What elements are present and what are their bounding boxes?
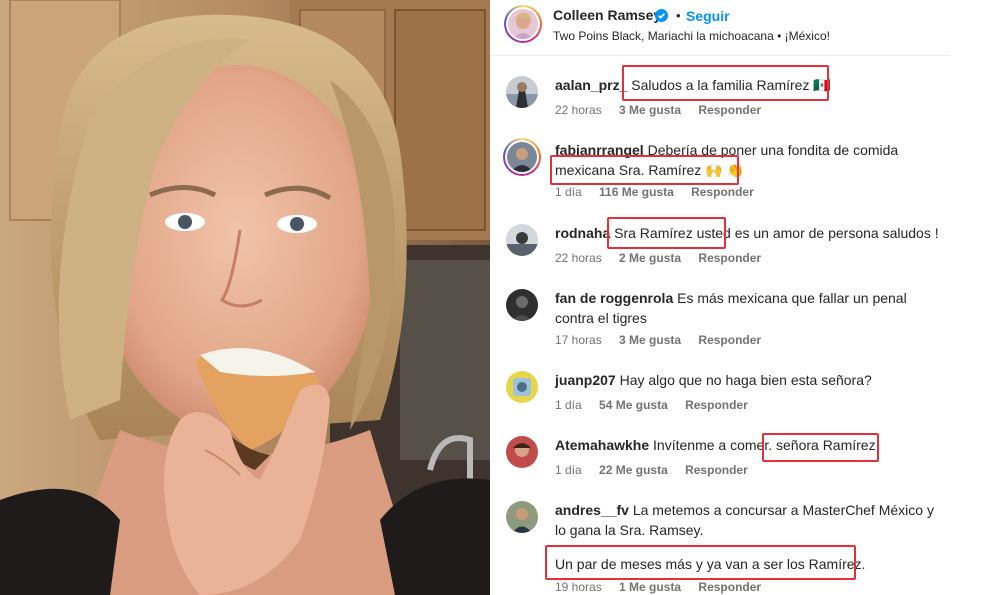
commenter-avatar[interactable] <box>506 289 538 321</box>
owner-avatar[interactable] <box>508 9 538 39</box>
comment-username[interactable]: rodnaha <box>555 225 610 241</box>
commenter-avatar[interactable] <box>507 142 537 172</box>
commenter-avatar[interactable] <box>506 436 538 468</box>
comment-meta: 1 día 22 Me gusta Responder <box>555 463 762 477</box>
comment-likes[interactable]: 2 Me gusta <box>619 251 681 265</box>
comment-likes[interactable]: 54 Me gusta <box>599 398 668 412</box>
comment-text: fan de roggenrola Es más mexicana que fa… <box>555 288 945 328</box>
woman-eating-image <box>0 0 490 595</box>
comment-likes[interactable]: 3 Me gusta <box>619 103 681 117</box>
reply-button[interactable]: Responder <box>698 251 761 265</box>
owner-username[interactable]: Colleen Ramsey <box>553 7 661 23</box>
comment-username[interactable]: juanp207 <box>555 372 616 388</box>
comment-likes[interactable]: 1 Me gusta <box>619 580 681 594</box>
comment-meta: 19 horas 1 Me gusta Responder <box>555 580 775 594</box>
comment-username[interactable]: fabianrrangel <box>555 142 644 158</box>
comment-body: Hay algo que no haga bien esta señora? <box>619 372 872 388</box>
reply-button[interactable]: Responder <box>691 185 754 199</box>
comment-meta: 22 horas 3 Me gusta Responder <box>555 103 775 117</box>
commenter-avatar[interactable] <box>506 224 538 256</box>
commenter-avatar[interactable] <box>506 501 538 533</box>
comment-text-continued: Un par de meses más y ya van a ser los R… <box>555 556 866 572</box>
post-image <box>0 0 490 595</box>
comment-time[interactable]: 1 día <box>555 185 582 199</box>
comment-text: fabianrrangel Debería de poner una fondi… <box>555 140 945 180</box>
owner-avatar-ring[interactable] <box>504 5 542 43</box>
follow-button[interactable]: Seguir <box>686 8 730 24</box>
comment-time[interactable]: 1 día <box>555 463 582 477</box>
comment-text: aalan_prz_ Saludos a la familia Ramírez … <box>555 75 945 95</box>
comment-text: juanp207 Hay algo que no haga bien esta … <box>555 370 945 390</box>
comment-likes[interactable]: 22 Me gusta <box>599 463 668 477</box>
comment-time[interactable]: 17 horas <box>555 333 602 347</box>
comment-text: andres__fv La metemos a concursar a Mast… <box>555 500 945 540</box>
verified-badge-icon <box>655 9 668 22</box>
comment-body: Invítenme a comer. señora Ramírez <box>653 437 876 453</box>
comments-panel: Colleen Ramsey • Seguir Two Poins Black,… <box>490 0 992 595</box>
comment-text: Atemahawkhe Invítenme a comer. señora Ra… <box>555 435 945 455</box>
comment-likes[interactable]: 3 Me gusta <box>619 333 681 347</box>
post-header: Colleen Ramsey • Seguir Two Poins Black,… <box>490 0 950 56</box>
comment-body: Saludos a la familia Ramírez 🇲🇽 <box>631 77 831 93</box>
commenter-avatar[interactable] <box>506 76 538 108</box>
comment-meta: 1 día 116 Me gusta Responder <box>555 185 768 199</box>
comment-time[interactable]: 1 día <box>555 398 582 412</box>
separator-dot: • <box>676 8 681 23</box>
comment-time[interactable]: 22 horas <box>555 251 602 265</box>
comment-username[interactable]: andres__fv <box>555 502 629 518</box>
comment-meta: 17 horas 3 Me gusta Responder <box>555 333 775 347</box>
comment-likes[interactable]: 116 Me gusta <box>599 185 674 199</box>
comment-username[interactable]: Atemahawkhe <box>555 437 649 453</box>
comment-username[interactable]: fan de roggenrola <box>555 290 673 306</box>
commenter-avatar-ring[interactable] <box>503 138 541 176</box>
comment-time[interactable]: 22 horas <box>555 103 602 117</box>
comment-body: Sra Ramírez usted es un amor de persona … <box>614 225 939 241</box>
reply-button[interactable]: Responder <box>698 580 761 594</box>
reply-button[interactable]: Responder <box>685 398 748 412</box>
reply-button[interactable]: Responder <box>698 103 761 117</box>
comment-text: rodnaha Sra Ramírez usted es un amor de … <box>555 223 945 243</box>
comment-meta: 1 día 54 Me gusta Responder <box>555 398 762 412</box>
post-audio-location[interactable]: Two Poins Black, Mariachi la michoacana … <box>553 29 830 43</box>
commenter-avatar[interactable] <box>506 371 538 403</box>
reply-button[interactable]: Responder <box>698 333 761 347</box>
reply-button[interactable]: Responder <box>685 463 748 477</box>
comment-time[interactable]: 19 horas <box>555 580 602 594</box>
comment-username[interactable]: aalan_prz_ <box>555 77 627 93</box>
comment-meta: 22 horas 2 Me gusta Responder <box>555 251 775 265</box>
